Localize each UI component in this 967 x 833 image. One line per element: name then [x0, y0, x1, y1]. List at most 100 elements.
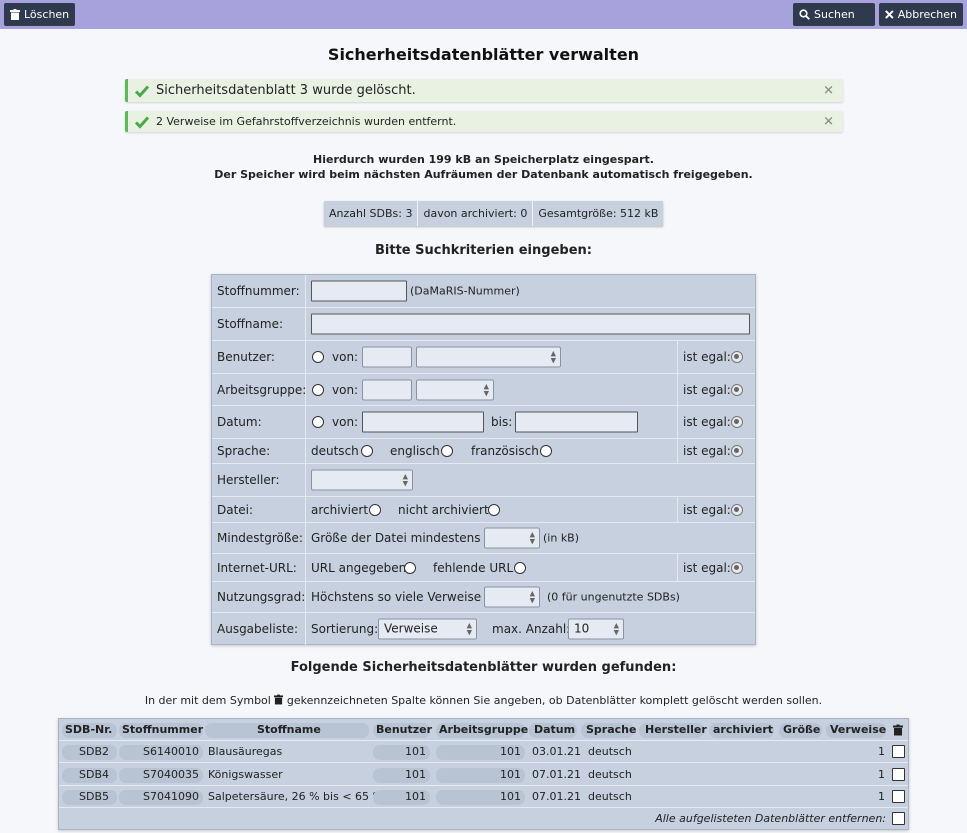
- column-header: Stoffnummer: [122, 723, 204, 736]
- search-heading: Bitte Suchkriterien eingeben:: [375, 243, 592, 258]
- nutzung-stepper[interactable]: ▲ ▼: [484, 586, 540, 608]
- row-hersteller: Hersteller: ▲ ▼: [212, 464, 755, 497]
- cell-sprache: deutsch: [588, 745, 632, 758]
- stats-count: Anzahl SDBs: 3: [324, 201, 419, 226]
- close-alert-icon[interactable]: ✕: [823, 83, 834, 98]
- cancel-button[interactable]: Abbrechen: [879, 3, 963, 26]
- datei-option-label: nicht archiviert: [398, 502, 489, 517]
- von-label: von:: [332, 382, 359, 397]
- cell-verweise: 1: [878, 790, 885, 803]
- column-header: Verweise: [830, 723, 887, 736]
- egal-label: ist egal:: [683, 560, 731, 575]
- sprache-franzoesisch-radio[interactable]: [540, 445, 552, 457]
- top-toolbar: Löschen Suchen Abbrechen: [0, 0, 967, 29]
- column-header: Arbeitsgruppe: [439, 723, 529, 736]
- delete-checkbox[interactable]: [892, 790, 905, 803]
- cell-datum: 07.01.21: [532, 768, 581, 781]
- remove-all-row: Alle aufgelisteten Datenblätter entferne…: [59, 808, 908, 830]
- cell-sdb[interactable]: SDB5: [62, 786, 109, 808]
- label-internet: Internet-URL:: [217, 560, 297, 575]
- datum-radio[interactable]: [312, 416, 324, 428]
- internet-egal-radio[interactable]: [731, 561, 743, 574]
- delete-button-label: Löschen: [24, 8, 70, 21]
- cell-sdb[interactable]: SDB2: [62, 741, 109, 763]
- results-heading: Folgende Sicherheitsdatenblätter wurden …: [290, 660, 677, 675]
- table-row[interactable]: SDB5 S7041090 Salpetersäure, 26 % bis < …: [59, 786, 908, 808]
- info-message: Hierdurch wurden 199 kB an Speicherplatz…: [0, 152, 967, 182]
- stoffname-input[interactable]: [311, 313, 750, 335]
- datei-egal-radio[interactable]: [731, 503, 743, 516]
- column-header: Stoffname: [257, 723, 321, 736]
- info-line: Hierdurch wurden 199 kB an Speicherplatz…: [313, 153, 654, 166]
- bis-label: bis:: [491, 415, 513, 429]
- benutzer-radio[interactable]: [312, 351, 324, 363]
- cell-sdb[interactable]: SDB4: [62, 764, 109, 786]
- datei-option-label: archiviert: [311, 502, 369, 517]
- remove-all-checkbox[interactable]: [892, 812, 905, 825]
- hersteller-select[interactable]: ▲ ▼: [311, 469, 413, 491]
- arbeitsgruppe-id-select[interactable]: [362, 379, 412, 400]
- cancel-button-label: Abbrechen: [897, 8, 957, 21]
- datum-egal-radio[interactable]: [731, 416, 743, 428]
- cell-datum: 07.01.21: [532, 790, 581, 803]
- stoffnummer-input[interactable]: [311, 280, 407, 302]
- cell-stoffname: Königswasser: [208, 768, 283, 781]
- label-stoffname: Stoffname:: [217, 317, 284, 331]
- cell-gruppe: 101: [500, 790, 521, 803]
- delete-button[interactable]: Löschen: [4, 3, 76, 26]
- mindestgroesse-stepper[interactable]: ▲ ▼: [484, 527, 540, 549]
- cell-stoffnummer: S7040035: [143, 768, 199, 781]
- nutzung-text: Höchstens so viele Verweise: [311, 590, 482, 604]
- benutzer-id-select[interactable]: [362, 346, 412, 368]
- max-stepper[interactable]: 10 ▲ ▼: [568, 618, 624, 640]
- arbeitsgruppe-name-select[interactable]: ▲ ▼: [416, 379, 494, 400]
- label-mindestgroesse: Mindestgröße:: [217, 531, 303, 545]
- datei-archiviert-radio[interactable]: [369, 503, 381, 516]
- egal-label: ist egal:: [683, 502, 731, 517]
- sort-select[interactable]: Verweise ▲ ▼: [378, 618, 477, 640]
- stats-bar: Anzahl SDBs: 3 davon archiviert: 0 Gesam…: [324, 201, 664, 226]
- close-alert-icon[interactable]: ✕: [823, 114, 834, 129]
- arbeitsgruppe-egal-radio[interactable]: [731, 383, 743, 396]
- label-stoffnummer: Stoffnummer:: [217, 284, 300, 298]
- internet-angegeben-radio[interactable]: [404, 561, 416, 574]
- sprache-egal-radio[interactable]: [731, 445, 743, 457]
- row-stoffname: Stoffname:: [212, 308, 755, 341]
- sprache-deutsch-radio[interactable]: [361, 445, 373, 457]
- table-row[interactable]: SDB2 S6140010 Blausäuregas 101 101 03.01…: [59, 741, 908, 763]
- max-label: max. Anzahl:: [492, 622, 571, 636]
- alert-success: Sicherheitsdatenblatt 3 wurde gelöscht. …: [125, 79, 843, 102]
- cell-verweise: 1: [878, 768, 885, 781]
- column-header: Datum: [534, 723, 576, 736]
- max-value: 10: [574, 621, 590, 636]
- sprache-englisch-radio[interactable]: [441, 445, 453, 457]
- stoffnummer-hint: (DaMaRIS-Nummer): [410, 284, 520, 298]
- internet-fehlend-radio[interactable]: [514, 561, 526, 574]
- benutzer-egal-radio[interactable]: [731, 351, 743, 363]
- sort-label: Sortierung:: [311, 622, 379, 636]
- cell-stoffname: Blausäuregas: [208, 745, 283, 758]
- datum-bis-input[interactable]: [515, 411, 638, 433]
- alert-success: 2 Verweise im Gefahrstoffverzeichnis wur…: [125, 111, 843, 132]
- delete-checkbox[interactable]: [892, 768, 905, 781]
- table-header: SDB-Nr. Stoffnummer Stoffname Benutzer A…: [59, 719, 908, 741]
- egal-label: ist egal:: [683, 382, 731, 397]
- alert-text: Sicherheitsdatenblatt 3 wurde gelöscht.: [156, 83, 416, 98]
- arbeitsgruppe-radio[interactable]: [312, 383, 324, 396]
- label-arbeitsgruppe: Arbeitsgruppe:: [217, 382, 307, 397]
- delete-checkbox[interactable]: [892, 745, 905, 758]
- results-table: SDB-Nr. Stoffnummer Stoffname Benutzer A…: [58, 718, 909, 830]
- search-button[interactable]: Suchen: [793, 3, 875, 26]
- sprache-option-label: deutsch: [311, 444, 359, 458]
- row-benutzer: Benutzer: von: ▲ ▼ ist egal:: [212, 341, 755, 374]
- column-header: SDB-Nr.: [65, 723, 113, 736]
- cell-datum: 03.01.21: [532, 745, 581, 758]
- check-icon: [134, 85, 150, 98]
- cell-benutzer: 101: [405, 745, 426, 758]
- datum-von-input[interactable]: [362, 411, 484, 433]
- datei-nicht-archiviert-radio[interactable]: [488, 503, 500, 516]
- search-form: Stoffnummer: (DaMaRIS-Nummer) Stoffname:…: [211, 274, 756, 645]
- table-row[interactable]: SDB4 S7040035 Königswasser 101 101 07.01…: [59, 764, 908, 786]
- column-header: Größe: [783, 723, 821, 736]
- benutzer-name-select[interactable]: ▲ ▼: [416, 346, 561, 368]
